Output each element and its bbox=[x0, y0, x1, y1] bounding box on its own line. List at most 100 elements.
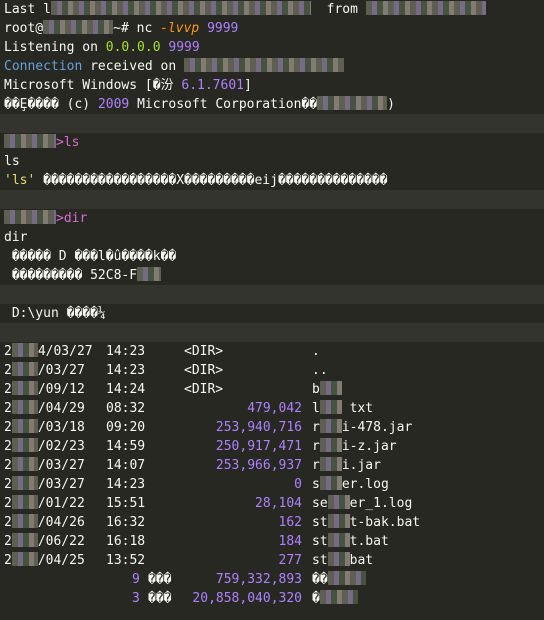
redacted-path bbox=[4, 210, 56, 224]
redacted-text bbox=[137, 267, 162, 281]
time-cell: 16:32 bbox=[106, 515, 146, 530]
time-cell: 16:18 bbox=[106, 534, 146, 549]
date-cell: 2/03/27 bbox=[4, 457, 85, 473]
size-cell: 479,042 bbox=[247, 401, 302, 416]
table-row: 2/09/12 14:24 <DIR> b bbox=[4, 380, 544, 399]
summary-row: 3 ��� 20,858,040,320 � bbox=[4, 589, 544, 608]
date-cell: 2 4/03/27 bbox=[4, 343, 93, 359]
empty-line bbox=[0, 114, 544, 133]
empty-line bbox=[0, 323, 544, 342]
connection-word: Connection bbox=[4, 59, 83, 74]
size-cell: 253,940,716 bbox=[215, 420, 302, 435]
copyright-company: Microsoft Corporation�� bbox=[129, 97, 318, 112]
prompt-arrow: > bbox=[56, 211, 64, 226]
dir-command: dir bbox=[63, 211, 88, 226]
size-cell: 277 bbox=[278, 553, 302, 568]
date-cell: 2/04/29 bbox=[4, 400, 85, 416]
ls-command: ls bbox=[63, 135, 80, 150]
time-cell: 14:59 bbox=[106, 439, 146, 454]
summary-label: ��� bbox=[148, 572, 172, 587]
time-cell: 14:24 bbox=[106, 382, 146, 397]
filename-cell[interactable]: r i-z.jar bbox=[312, 437, 397, 456]
filename-cell[interactable]: . bbox=[312, 342, 320, 361]
date-cell: 2/03/27 bbox=[4, 362, 85, 378]
time-cell: 14:07 bbox=[106, 458, 146, 473]
filename-cell[interactable]: b bbox=[312, 380, 342, 399]
filename-cell[interactable]: .. bbox=[312, 361, 328, 380]
empty-line bbox=[0, 190, 544, 209]
summary-row: 9 ��� 759,332,893 �� bbox=[4, 570, 544, 589]
date-cell: 2/03/18 bbox=[4, 419, 85, 435]
garbled-text: �汾 bbox=[152, 78, 174, 93]
size-cell: 28,104 bbox=[255, 496, 302, 511]
size-cell: 253,966,937 bbox=[215, 458, 302, 473]
dir-tag: <DIR> bbox=[184, 382, 224, 397]
date-cell: 2/04/25 bbox=[4, 552, 85, 568]
redacted-ip bbox=[365, 1, 486, 15]
dir-tag: <DIR> bbox=[184, 344, 224, 359]
summary-tail: � bbox=[312, 589, 358, 608]
size-cell: 0 bbox=[294, 477, 302, 492]
copyright-line: ��Ȩ���� (c) 2009 Microsoft Corporation��… bbox=[4, 95, 544, 114]
filename-cell[interactable]: st t-bak.bat bbox=[312, 513, 420, 532]
empty-line bbox=[0, 285, 544, 304]
filename-cell[interactable]: s er.log bbox=[312, 475, 389, 494]
size-cell: 162 bbox=[278, 515, 302, 530]
last-login-text: Last l bbox=[4, 2, 51, 17]
size-cell: 184 bbox=[278, 534, 302, 549]
table-row: 2/04/25 13:52 277 st bat bbox=[4, 551, 544, 570]
from-text: from bbox=[326, 2, 358, 17]
directory-of-line: D:\yun ����¼ bbox=[4, 304, 544, 323]
nc-port: 9999 bbox=[199, 21, 239, 36]
last-login-line: Last l from bbox=[4, 0, 544, 19]
filename-cell[interactable]: r i-478.jar bbox=[312, 418, 412, 437]
windows-version: 6.1.7601 bbox=[173, 78, 244, 93]
table-row: 2/04/29 08:32 479,042 l txt bbox=[4, 399, 544, 418]
table-row: 2/03/27 14:23 0 s er.log bbox=[4, 475, 544, 494]
redacted-path bbox=[4, 134, 56, 148]
terminal-window[interactable]: Last l from root@ ~# nc -lvvp 9999 Listen… bbox=[0, 0, 544, 620]
filename-cell[interactable]: l txt bbox=[312, 399, 373, 418]
listening-text: Listening on bbox=[4, 40, 106, 55]
time-cell: 14:23 bbox=[106, 477, 146, 492]
summary-label: ��� bbox=[148, 591, 172, 606]
date-cell: 2/03/27 bbox=[4, 476, 85, 492]
time-cell: 14:23 bbox=[106, 363, 146, 378]
nc-command-line: root@ ~# nc -lvvp 9999 bbox=[4, 19, 544, 38]
redacted-text bbox=[50, 1, 311, 15]
copyright-symbol: (c) bbox=[58, 97, 98, 112]
size-cell: 250,917,471 bbox=[215, 439, 302, 454]
table-row: 2/03/18 09:20 253,940,716 r i-478.jar bbox=[4, 418, 544, 437]
filename-cell[interactable]: st bat bbox=[312, 551, 373, 570]
ls-error-line: 'ls' �����������������X���������eij�����… bbox=[4, 171, 544, 190]
volume-serial-label: ��������� bbox=[4, 268, 91, 283]
filename-cell[interactable]: se er_1.log bbox=[312, 494, 412, 513]
windows-version-line: Microsoft Windows [�汾 6.1.7601] bbox=[4, 76, 544, 95]
file-count: 9 bbox=[132, 572, 140, 587]
table-row: 2/03/27 14:23 <DIR>.. bbox=[4, 361, 544, 380]
nc-flags: -lvvp bbox=[160, 21, 200, 36]
garbled-text: ��Ȩ���� bbox=[4, 97, 59, 112]
summary-tail: �� bbox=[312, 570, 366, 589]
table-row: 2/01/22 15:51 28,104 se er_1.log bbox=[4, 494, 544, 513]
ls-echo-line: ls bbox=[4, 152, 544, 171]
redacted-text bbox=[317, 96, 388, 110]
connection-line: Connection received on bbox=[4, 57, 544, 76]
ls-prompt-line: >ls bbox=[4, 133, 544, 152]
prompt-arrow: > bbox=[56, 135, 64, 150]
listening-address: 0.0.0.0 bbox=[105, 40, 161, 55]
time-cell: 09:20 bbox=[106, 420, 146, 435]
volume-label-line: ����� D ���l�û����k�� bbox=[4, 247, 544, 266]
filename-cell[interactable]: r i.jar bbox=[312, 456, 381, 475]
prompt-user: root@ bbox=[4, 21, 44, 36]
received-on-text: received on bbox=[82, 59, 177, 74]
volume-label-text: ����� D ���l�û����k�� bbox=[4, 249, 177, 264]
summary-size: 759,332,893 bbox=[215, 572, 302, 587]
filename-cell[interactable]: st t.bat bbox=[312, 532, 389, 551]
time-cell: 14:23 bbox=[106, 344, 146, 359]
volume-serial-line: ��������� 52C8-F bbox=[4, 266, 544, 285]
date-cell: 2/01/22 bbox=[4, 495, 85, 511]
dir-tag: <DIR> bbox=[184, 363, 224, 378]
table-row: 2/03/27 14:07 253,966,937 r i.jar bbox=[4, 456, 544, 475]
date-cell: 2/09/12 bbox=[4, 381, 85, 397]
